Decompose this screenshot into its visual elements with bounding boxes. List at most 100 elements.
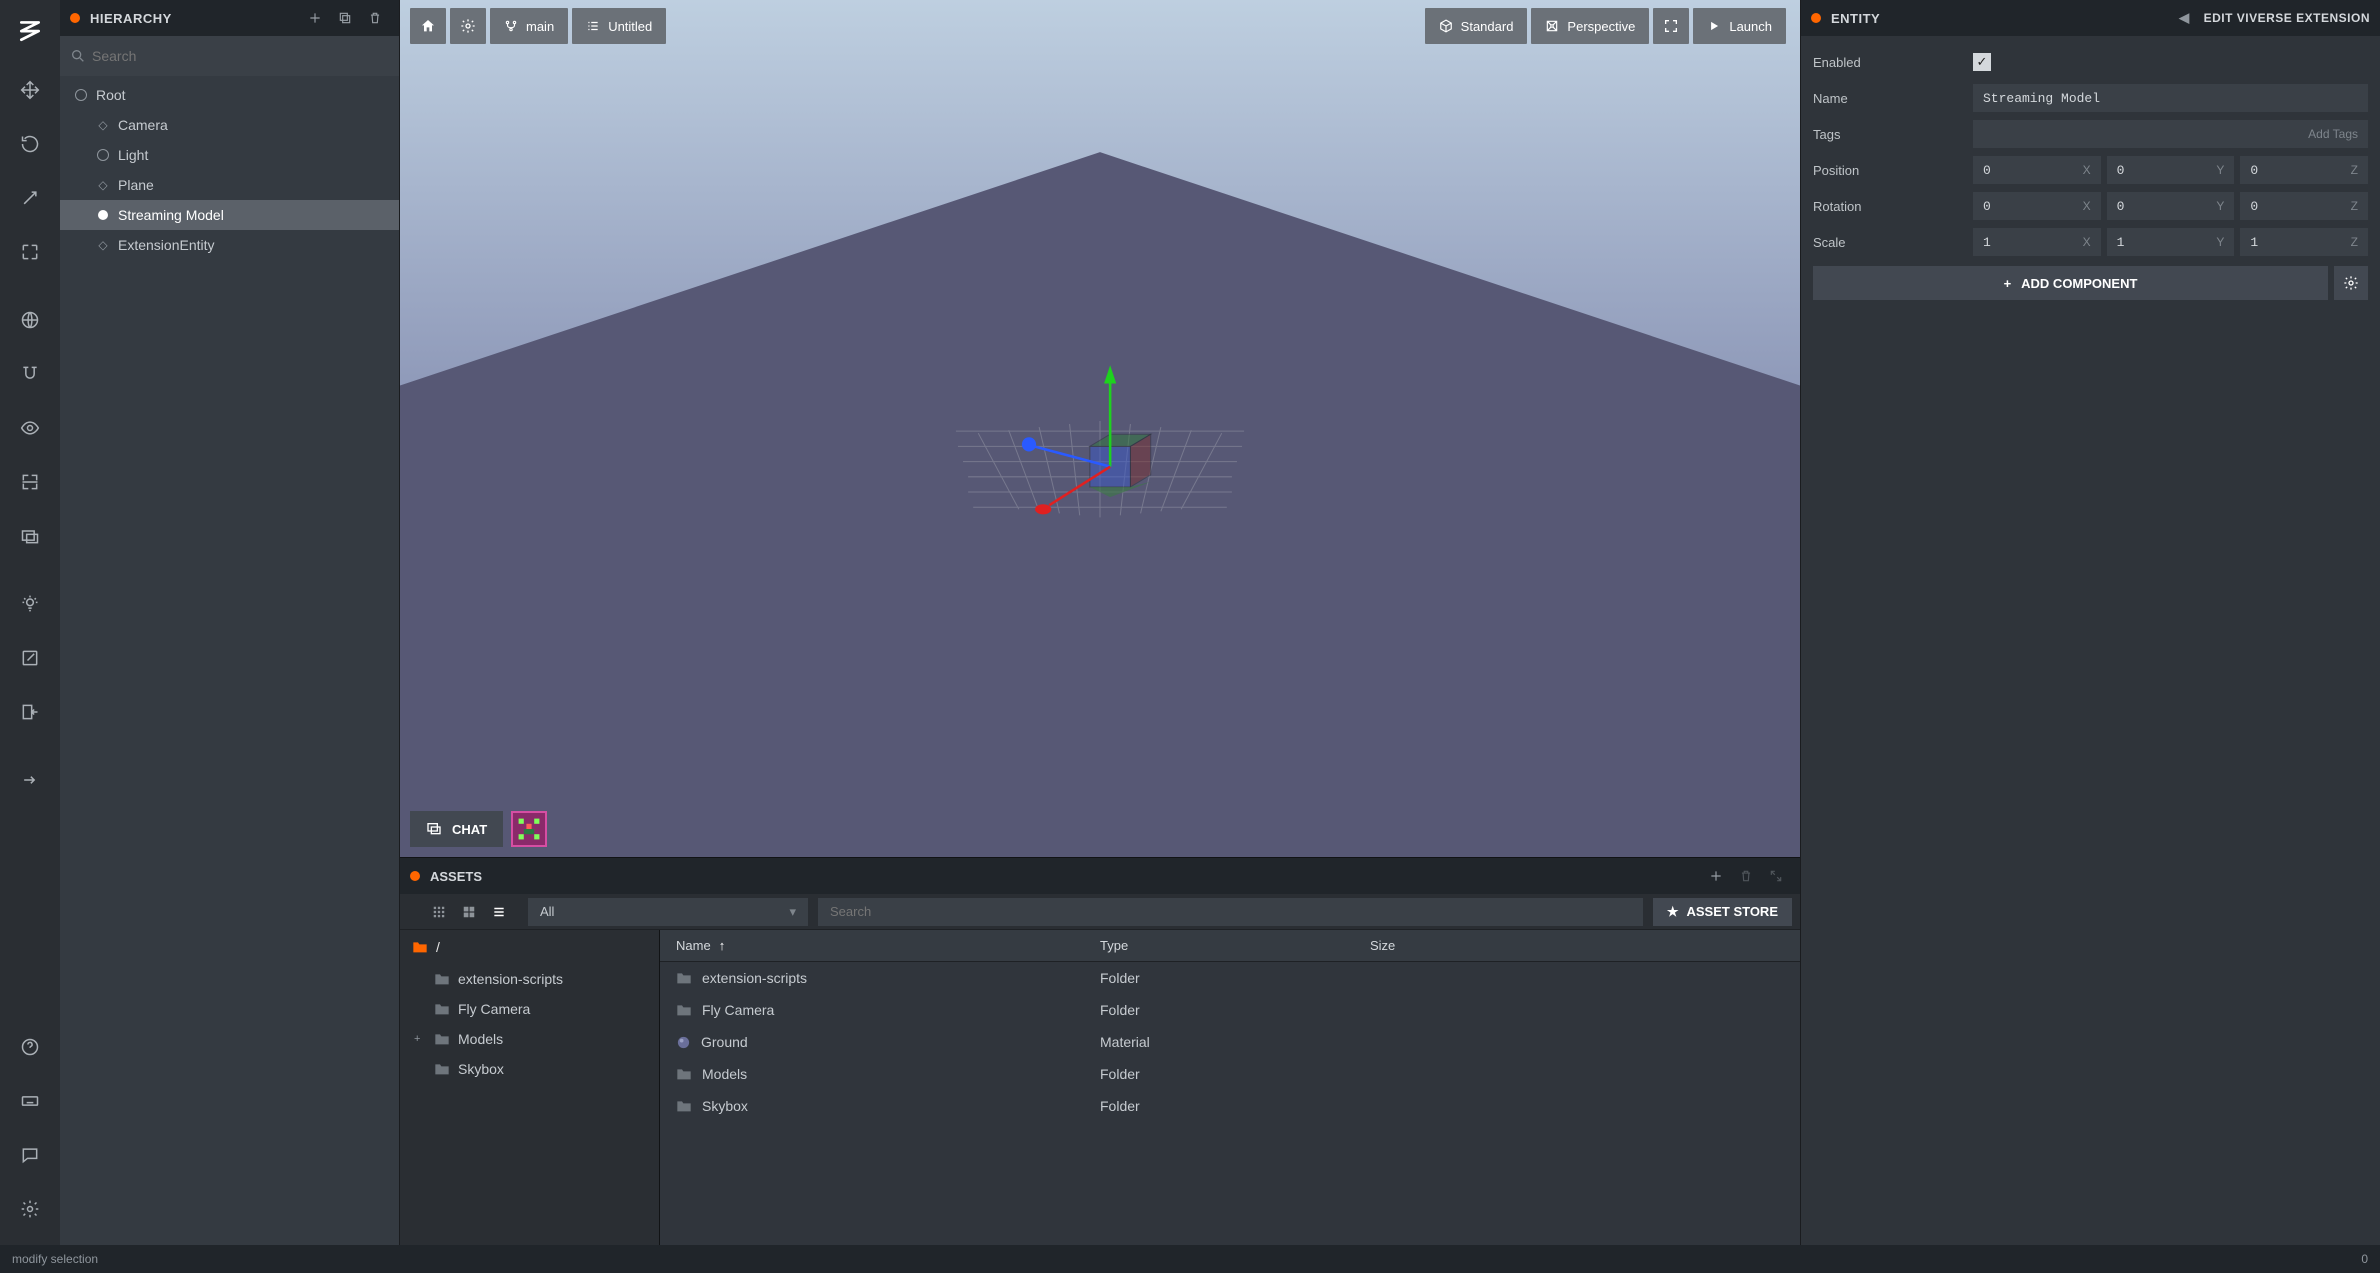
- user-avatar[interactable]: [511, 811, 547, 847]
- pos-x-input[interactable]: [1973, 163, 2073, 178]
- hierarchy-item[interactable]: Root: [60, 80, 399, 110]
- enabled-checkbox[interactable]: ✓: [1973, 53, 1991, 71]
- folder-icon: [676, 1099, 692, 1113]
- assets-breadcrumb[interactable]: /: [400, 930, 659, 964]
- rot-x-input[interactable]: [1973, 199, 2073, 214]
- viewport[interactable]: main Untitled Standard Perspective Launc…: [400, 0, 1800, 857]
- asset-row[interactable]: SkyboxFolder: [660, 1090, 1800, 1122]
- perspective-icon: [1545, 19, 1559, 33]
- sort-arrow-icon[interactable]: ↑: [719, 938, 726, 953]
- shading-mode-button[interactable]: Standard: [1425, 8, 1528, 44]
- pos-z-input[interactable]: [2240, 163, 2340, 178]
- assets-search-input[interactable]: [818, 898, 1643, 926]
- add-component-button[interactable]: + ADD COMPONENT: [1813, 266, 2328, 300]
- asset-row[interactable]: extension-scriptsFolder: [660, 962, 1800, 994]
- resize-tool[interactable]: [6, 228, 54, 276]
- name-row: Name: [1813, 80, 2368, 116]
- chat-icon: [426, 821, 442, 837]
- scale-tool[interactable]: [6, 174, 54, 222]
- assets-view-toggle: [426, 899, 512, 925]
- hierarchy-tree: Root◇CameraLight◇PlaneStreaming Model◇Ex…: [60, 76, 399, 1245]
- diamond-bullet-icon: ◇: [96, 118, 110, 132]
- position-row: Position X Y Z: [1813, 152, 2368, 188]
- keyboard-button[interactable]: [6, 1077, 54, 1125]
- viewport-3d: [400, 0, 1800, 857]
- move-tool[interactable]: [6, 66, 54, 114]
- search-icon: [70, 48, 86, 64]
- hierarchy-item[interactable]: ◇ExtensionEntity: [60, 230, 399, 260]
- scale-x-input[interactable]: [1973, 235, 2073, 250]
- settings-button[interactable]: [6, 1185, 54, 1233]
- feedback-button[interactable]: [6, 1131, 54, 1179]
- enabled-row: Enabled ✓: [1813, 44, 2368, 80]
- back-icon[interactable]: ◀: [2179, 10, 2190, 26]
- rot-y-input[interactable]: [2107, 199, 2207, 214]
- pos-y-input[interactable]: [2107, 163, 2207, 178]
- refresh-asset-button[interactable]: [1762, 862, 1790, 890]
- visibility-toggle[interactable]: [6, 404, 54, 452]
- assets-folders: / extension-scriptsFly Camera+ModelsSkyb…: [400, 930, 660, 1245]
- asset-folder-item[interactable]: Fly Camera: [400, 994, 659, 1024]
- chat-button[interactable]: CHAT: [410, 811, 503, 847]
- folder-icon: [434, 1002, 450, 1016]
- hollow-bullet-icon: [74, 88, 88, 102]
- projection-button[interactable]: Perspective: [1531, 8, 1649, 44]
- launch-button[interactable]: Launch: [1693, 8, 1786, 44]
- asset-row[interactable]: GroundMaterial: [660, 1026, 1800, 1058]
- help-button[interactable]: [6, 1023, 54, 1071]
- hierarchy-item[interactable]: Streaming Model: [60, 200, 399, 230]
- grid-large-button[interactable]: [456, 899, 482, 925]
- add-entity-button[interactable]: [301, 4, 329, 32]
- asset-folder-item[interactable]: extension-scripts: [400, 964, 659, 994]
- delete-button[interactable]: [361, 4, 389, 32]
- panel-indicator-icon: [70, 13, 80, 23]
- delete-asset-button[interactable]: [1732, 862, 1760, 890]
- scale-y-input[interactable]: [2107, 235, 2207, 250]
- snap-toggle[interactable]: [6, 350, 54, 398]
- hierarchy-search[interactable]: [60, 36, 399, 76]
- asset-row[interactable]: ModelsFolder: [660, 1058, 1800, 1090]
- folder-icon: [412, 940, 428, 954]
- scale-row: Scale X Y Z: [1813, 224, 2368, 260]
- settings-viewport-button[interactable]: [450, 8, 486, 44]
- rotate-tool[interactable]: [6, 120, 54, 168]
- export-tool[interactable]: [6, 756, 54, 804]
- hierarchy-header: HIERARCHY: [60, 0, 399, 36]
- expand-icon[interactable]: +: [414, 1033, 420, 1045]
- hierarchy-item[interactable]: Light: [60, 140, 399, 170]
- asset-folder-item[interactable]: Skybox: [400, 1054, 659, 1084]
- edit-tool[interactable]: [6, 634, 54, 682]
- branch-button[interactable]: main: [490, 8, 568, 44]
- hierarchy-item[interactable]: ◇Plane: [60, 170, 399, 200]
- assets-filter-dropdown[interactable]: All ▾: [528, 898, 808, 926]
- home-button[interactable]: [410, 8, 446, 44]
- duplicate-button[interactable]: [331, 4, 359, 32]
- grid-small-button[interactable]: [426, 899, 452, 925]
- hierarchy-item[interactable]: ◇Camera: [60, 110, 399, 140]
- material-icon: [676, 1035, 691, 1050]
- import-tool[interactable]: [6, 688, 54, 736]
- add-asset-button[interactable]: [1702, 862, 1730, 890]
- rect-tool[interactable]: [6, 512, 54, 560]
- component-settings-button[interactable]: [2334, 266, 2368, 300]
- lighting-toggle[interactable]: [6, 580, 54, 628]
- dot-bullet-icon: [96, 208, 110, 222]
- scene-button[interactable]: Untitled: [572, 8, 666, 44]
- asset-folder-item[interactable]: +Models: [400, 1024, 659, 1054]
- hierarchy-title: HIERARCHY: [90, 11, 172, 26]
- asset-row[interactable]: Fly CameraFolder: [660, 994, 1800, 1026]
- rot-z-input[interactable]: [2240, 199, 2340, 214]
- list-icon: [586, 19, 600, 33]
- assets-table-header: Name↑ Type Size: [660, 930, 1800, 962]
- tags-input[interactable]: Add Tags: [1973, 120, 2368, 148]
- scale-z-input[interactable]: [2240, 235, 2340, 250]
- fullscreen-button[interactable]: [1653, 8, 1689, 44]
- status-right: 0: [2361, 1252, 2368, 1266]
- focus-tool[interactable]: [6, 458, 54, 506]
- hierarchy-search-input[interactable]: [92, 48, 389, 64]
- name-input[interactable]: [1973, 84, 2368, 112]
- list-view-button[interactable]: [486, 899, 512, 925]
- asset-store-button[interactable]: ★ ASSET STORE: [1653, 898, 1792, 926]
- world-local-toggle[interactable]: [6, 296, 54, 344]
- entity-ext-label[interactable]: EDIT VIVERSE EXTENSION: [2204, 11, 2370, 25]
